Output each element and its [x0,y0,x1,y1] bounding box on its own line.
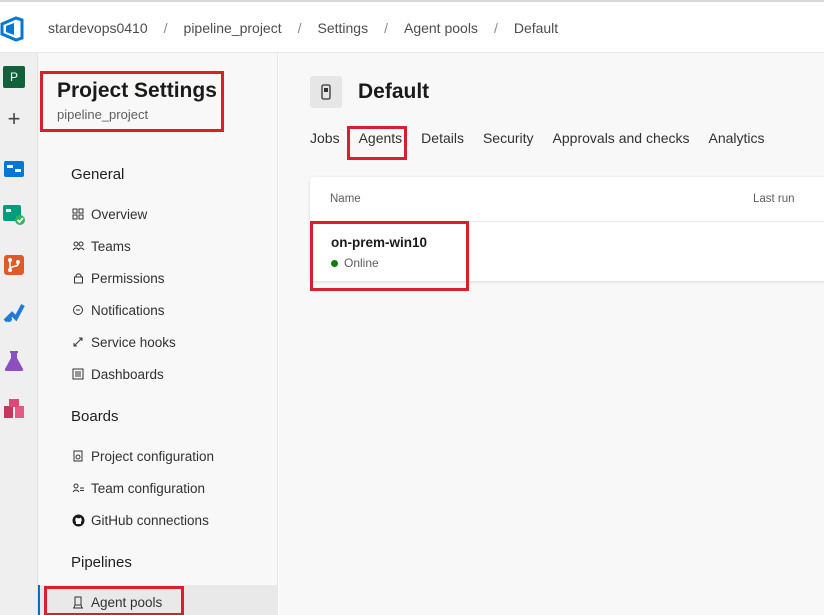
sidebar-item-teams[interactable]: Teams [71,236,131,256]
sidebar-item-label: Team configuration [91,480,206,496]
sidebar-item-notifications[interactable]: Notifications [71,300,165,320]
notification-icon [71,303,85,317]
tab-analytics[interactable]: Analytics [709,130,765,150]
lock-icon [71,271,85,285]
azure-devops-logo-icon[interactable] [0,16,26,42]
sidebar-item-dashboards[interactable]: Dashboards [71,364,164,384]
highlight-box [44,586,184,615]
sidebar-item-label: Overview [91,206,148,222]
breadcrumb-project[interactable]: pipeline_project [184,20,282,36]
agent-pool-icon [310,76,342,108]
sidebar-item-label: Project configuration [91,448,215,464]
dashboard-icon [71,367,85,381]
breadcrumb-settings[interactable]: Settings [318,20,369,36]
boards-icon[interactable] [2,156,26,180]
breadcrumb-separator: / [493,19,498,36]
breadcrumb-separator: / [163,19,168,36]
top-bar: stardevops0410 / pipeline_project / Sett… [0,0,824,53]
sidebar-item-label: Service hooks [91,334,176,350]
sidebar-item-project-configuration[interactable]: Project configuration [71,446,214,466]
teams-icon [71,239,85,253]
pipelines-icon[interactable] [2,301,26,325]
tab-jobs[interactable]: Jobs [310,130,340,150]
breadcrumb-agent-pools[interactable]: Agent pools [404,20,478,36]
highlight-box [347,126,407,160]
sidebar-item-label: Dashboards [91,366,164,382]
left-rail: P + [0,53,38,615]
settings-sidebar: Project Settings pipeline_project Genera… [38,53,278,615]
test-boards-icon[interactable] [2,203,26,227]
settings-title: Project Settings [57,79,217,102]
project-avatar: P [3,66,25,88]
service-hooks-icon [71,335,85,349]
github-icon [71,513,85,527]
breadcrumb-separator: / [297,19,302,36]
sidebar-item-team-configuration[interactable]: Team configuration [71,478,205,498]
artifacts-icon[interactable] [2,397,26,421]
group-header-general: General [71,166,125,183]
repos-icon[interactable] [2,253,26,277]
test-plans-icon[interactable] [2,349,26,373]
team-configuration-icon [71,481,85,495]
breadcrumb: stardevops0410 / pipeline_project / Sett… [48,2,558,53]
page-title: Default [358,80,430,103]
agents-table: Name Last run on-prem-win10 Online [310,177,824,291]
add-icon[interactable]: + [2,106,26,131]
breadcrumb-default[interactable]: Default [514,20,558,36]
settings-subtitle: pipeline_project [57,107,149,122]
column-header-name[interactable]: Name [330,193,361,205]
column-header-last-run[interactable]: Last run [753,193,795,205]
sidebar-item-label: GitHub connections [91,512,209,528]
overview-icon [71,207,85,221]
breadcrumb-separator: / [384,19,388,36]
main-content: Default Jobs Agents Details Security App… [279,53,824,615]
sidebar-item-overview[interactable]: Overview [71,204,147,224]
project-avatar-button[interactable]: P [2,65,26,89]
tab-details[interactable]: Details [421,130,464,150]
sidebar-item-label: Teams [91,238,131,254]
sidebar-item-service-hooks[interactable]: Service hooks [71,332,176,352]
sidebar-item-label: Permissions [91,270,165,286]
sidebar-item-permissions[interactable]: Permissions [71,268,165,288]
group-header-boards: Boards [71,408,119,425]
project-configuration-icon [71,449,85,463]
sidebar-item-github-connections[interactable]: GitHub connections [71,510,209,530]
highlight-box [310,221,469,291]
tab-approvals-and-checks[interactable]: Approvals and checks [553,130,690,150]
tab-security[interactable]: Security [483,130,534,150]
group-header-pipelines: Pipelines [71,554,132,571]
breadcrumb-organization[interactable]: stardevops0410 [48,20,148,36]
sidebar-item-label: Notifications [91,302,165,318]
